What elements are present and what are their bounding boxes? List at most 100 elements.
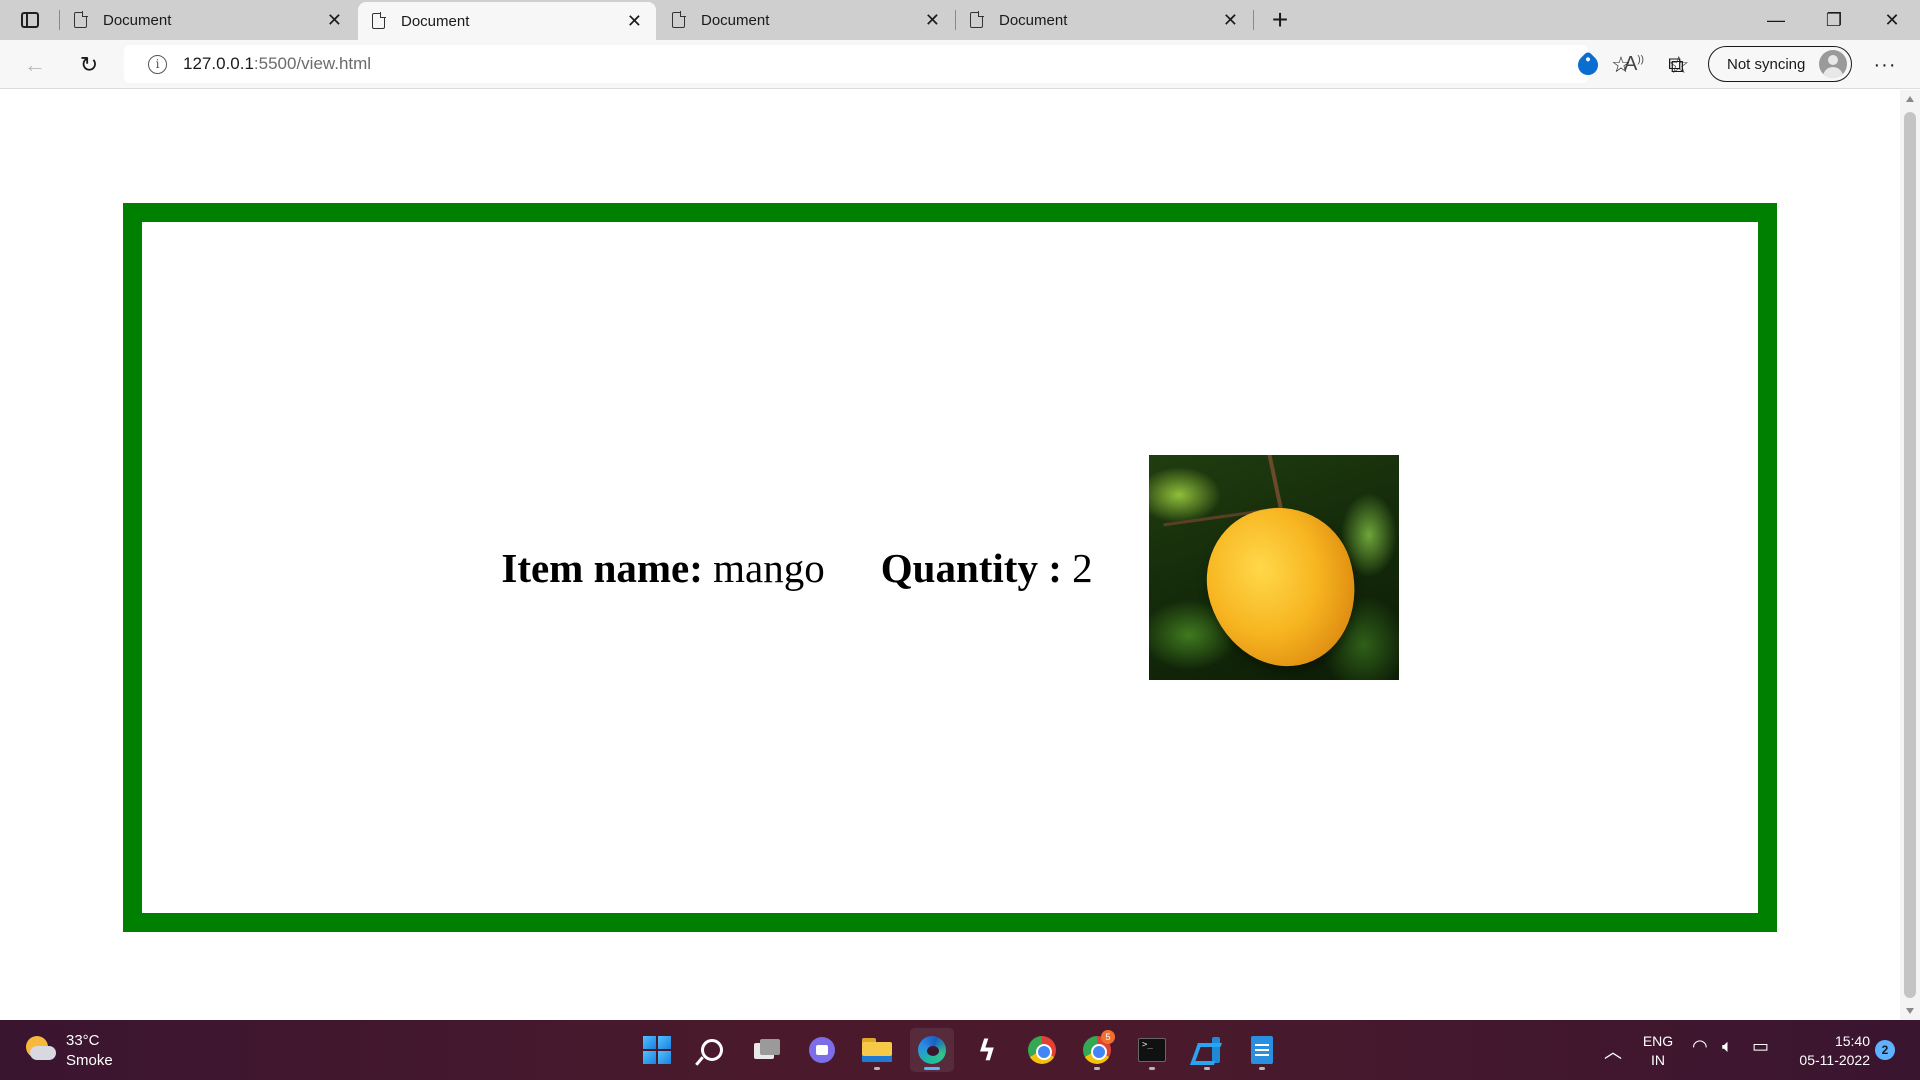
tab-actions-button[interactable] [14,7,46,33]
collections-button[interactable]: ⧉ [1659,48,1693,82]
close-window-button[interactable]: ✕ [1864,0,1920,40]
windows-taskbar: 33°C Smoke ϟ 5 >_ ︿ ENG IN ◠ 🔈︎ ▭ 15:40 … [0,1020,1920,1080]
scroll-thumb[interactable] [1904,112,1916,998]
search-icon [701,1039,723,1061]
address-bar[interactable]: i 127.0.0.1:5500/view.html A)) ☆ [124,45,1690,83]
weather-temperature[interactable]: 33°C [66,1032,100,1049]
language-code: ENG [1642,1033,1674,1049]
tab-close-icon[interactable]: ✕ [1223,11,1238,29]
running-indicator [1259,1067,1265,1070]
url-text[interactable]: 127.0.0.1:5500/view.html [183,54,371,74]
task-view-icon [754,1039,780,1061]
search-button[interactable] [690,1028,734,1072]
item-card: Item name: mango Quantity : 2 [123,203,1777,932]
item-name-value: mango [713,544,825,591]
weather-icon[interactable] [24,1034,56,1062]
refresh-icon: ↻ [79,52,99,77]
folder-icon [862,1038,892,1062]
tab-1[interactable]: Document ✕ [60,0,356,40]
start-button[interactable] [635,1028,679,1072]
windows-logo-icon [643,1036,671,1064]
vscode-button[interactable] [1185,1028,1229,1072]
tab-title: Document [701,11,770,29]
document-icon [970,11,984,28]
scroll-down-arrow-icon[interactable] [1906,1008,1914,1014]
teams-chat-icon [809,1037,835,1063]
arrow-left-icon: ← [24,52,46,77]
item-row: Item name: mango Quantity : 2 [142,222,1758,913]
document-icon [372,12,386,29]
scroll-up-arrow-icon[interactable] [1906,96,1914,102]
quantity-label: Quantity : [880,544,1062,591]
running-indicator [1149,1067,1155,1070]
battery-icon[interactable]: ▭ [1752,1036,1769,1057]
terminal-icon: >_ [1138,1038,1166,1062]
edge-icon [918,1036,946,1064]
language-indicator[interactable]: ENG IN [1640,1032,1676,1070]
minimize-button[interactable]: — [1748,0,1804,40]
item-name-field: Item name: mango [501,544,824,592]
chrome-icon [1028,1036,1056,1064]
sync-label: Not syncing [1727,55,1806,73]
region-code: IN [1651,1052,1665,1068]
profile-sync-button[interactable]: Not syncing [1708,46,1852,82]
task-view-button[interactable] [745,1028,789,1072]
bolt-app-button[interactable]: ϟ [965,1028,1009,1072]
chrome-badge: 5 [1101,1030,1115,1044]
url-host: 127.0.0.1 [183,54,254,73]
system-clock[interactable]: 15:40 05-11-2022 [1799,1032,1870,1070]
mango-stem [1266,455,1283,511]
tab-close-icon[interactable]: ✕ [925,11,940,29]
notepad-button[interactable] [1240,1028,1284,1072]
url-path: :5500/view.html [253,54,372,73]
vscode-icon [1194,1037,1220,1063]
chrome-profile-button[interactable]: 5 [1075,1028,1119,1072]
refresh-button[interactable]: ↻ [72,48,106,82]
tab-title: Document [103,11,172,29]
info-icon[interactable]: i [148,54,167,74]
tab-3[interactable]: Document ✕ [658,0,954,40]
volume-icon[interactable]: 🔈︎ [1722,1036,1733,1057]
tab-actions-icon [21,12,39,28]
tab-4[interactable]: Document ✕ [956,0,1252,40]
tab-close-icon[interactable]: ✕ [327,11,342,29]
file-explorer-button[interactable] [855,1028,899,1072]
quantity-value: 2 [1072,544,1093,591]
favorites-icon: ☆ [1611,52,1631,77]
restore-button[interactable]: ❐ [1806,0,1862,40]
mango-image [1148,455,1399,680]
tab-title: Document [999,11,1068,29]
active-indicator [924,1067,940,1070]
tab-title: Document [401,12,470,30]
edge-taskbar-button[interactable] [910,1028,954,1072]
wifi-icon[interactable]: ◠ [1692,1036,1708,1057]
chat-button[interactable] [800,1028,844,1072]
vertical-scrollbar[interactable] [1900,90,1920,1020]
favorites-button[interactable]: ☆ [1604,48,1638,82]
profile-avatar-icon [1819,50,1847,78]
new-tab-button[interactable]: + [1264,4,1296,36]
terminal-button[interactable]: >_ [1130,1028,1174,1072]
notification-badge[interactable]: 2 [1875,1040,1895,1060]
cloud-shape [30,1046,56,1060]
running-indicator [1094,1067,1100,1070]
tab-2-active[interactable]: Document ✕ [358,2,656,40]
collections-icon: ⧉ [1668,52,1684,77]
clock-time: 15:40 [1834,1033,1870,1049]
item-name-label: Item name: [501,544,703,591]
browser-toolbar: ← ↻ i 127.0.0.1:5500/view.html A)) ☆ ☆ ⧉… [0,40,1920,89]
tab-close-icon[interactable]: ✕ [627,12,642,30]
running-indicator [874,1067,880,1070]
chrome-button[interactable] [1020,1028,1064,1072]
tab-strip: Document ✕ Document ✕ Document ✕ Documen… [0,0,1920,40]
weather-condition[interactable]: Smoke [66,1052,113,1069]
lightning-bolt-icon: ϟ [977,1033,997,1067]
back-button[interactable]: ← [18,48,52,82]
shopping-tag-icon[interactable] [1573,50,1603,80]
chevron-up-icon[interactable]: ︿ [1604,1038,1622,1064]
settings-more-button[interactable]: ··· [1868,48,1902,82]
document-icon [74,11,88,28]
notepad-icon [1251,1036,1273,1064]
document-icon [672,11,686,28]
tab-separator [1253,10,1254,30]
